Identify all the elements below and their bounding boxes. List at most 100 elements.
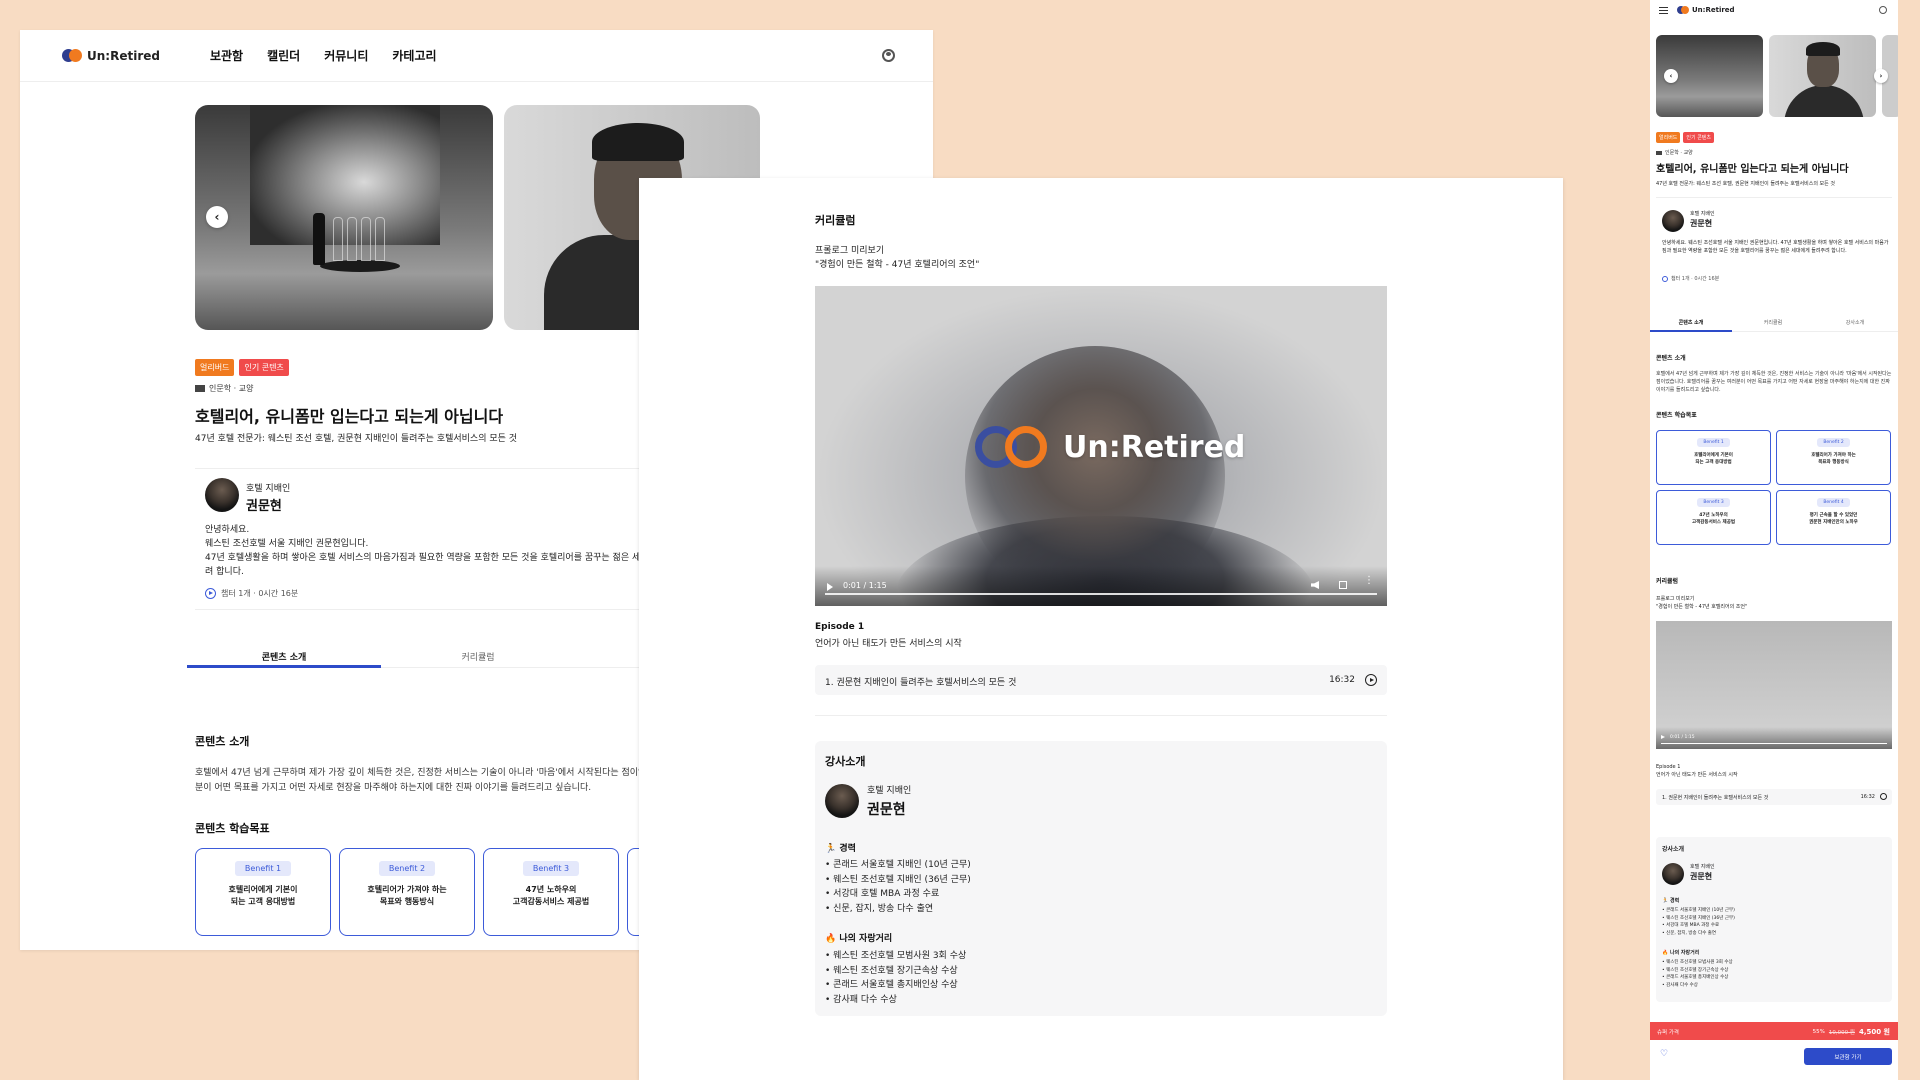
- list-item: 콘래드 서울호텔 지배인 (10년 근무): [825, 858, 971, 873]
- brand-logo[interactable]: Un:Retired: [62, 48, 160, 63]
- video-brand-logo: Un:Retired: [975, 426, 1245, 468]
- lesson-duration: 16:32: [1860, 794, 1875, 800]
- benefits-list: Benefit 1 호텔리어에게 기본이 되는 고객 응대방법 Benefit 2…: [1656, 430, 1891, 545]
- benefit-card: Benefit 1 호텔리어에게 기본이 되는 고객 응대방법: [1656, 430, 1771, 485]
- brand-logo[interactable]: Un:Retired: [1677, 6, 1735, 14]
- intro-text: 호텔에서 47년 넘게 근무하며 제가 가장 깊이 체득한 것은, 진정한 서비…: [1656, 371, 1892, 393]
- career-list: 콘래드 서울호텔 지배인 (10년 근무) 웨스틴 조선호텔 지배인 (36년 …: [1662, 907, 1735, 937]
- benefit-label: Benefit 1: [1697, 438, 1730, 447]
- list-item: 신문, 잡지, 방송 다수 출연: [825, 902, 971, 917]
- heart-icon[interactable]: ♡: [1660, 1050, 1668, 1059]
- badge-early-bird: 얼리버드: [195, 359, 235, 376]
- list-item: 감사패 다수 수상: [825, 993, 966, 1008]
- top-navigation: Un:Retired 보관함 캘린더 커뮤니티 카테고리: [20, 30, 933, 82]
- book-icon: [1656, 150, 1662, 155]
- content-tabs: 콘텐츠 소개 커리큘럼 강사소개: [1650, 312, 1898, 332]
- user-icon[interactable]: [882, 49, 895, 62]
- play-icon[interactable]: [1661, 735, 1665, 739]
- prolog-preview: 프롤로그 미리보기 "경험이 만든 철학 - 47년 호텔리어의 조언": [1656, 596, 1748, 610]
- career-heading: 🏃 경력: [1662, 898, 1680, 904]
- chevron-right-icon[interactable]: ›: [1874, 69, 1888, 83]
- fullscreen-icon[interactable]: [1339, 581, 1347, 589]
- mobile-view-window: Un:Retired ‹ › 얼리버드 인기 콘텐츠 인문학 · 교양 호텔리어…: [1650, 0, 1898, 1080]
- mobile-bottom-bar: ♡ 보관함 가기: [1650, 1040, 1898, 1080]
- benefits-heading: 콘텐츠 학습목표: [1656, 412, 1697, 419]
- awards-list: 웨스틴 조선호텔 모범사원 3회 수상 웨스틴 조선호텔 장기근속상 수상 콘래…: [825, 949, 966, 1007]
- course-meta: 챕터 1개 · 0시간 16분: [1662, 275, 1719, 282]
- nav-item-calendar[interactable]: 캘린더: [267, 47, 300, 64]
- benefit-label: Benefit 1: [234, 861, 292, 876]
- video-progress-bar[interactable]: [825, 593, 1377, 595]
- awards-heading: 🔥 나의 자랑거리: [825, 934, 893, 944]
- category-label: 인문학 · 교양: [209, 384, 254, 393]
- intro-heading: 콘텐츠 소개: [195, 735, 250, 748]
- video-brand-name: Un:Retired: [1063, 429, 1246, 465]
- badge-early-bird: 얼리버드: [1656, 132, 1681, 143]
- more-vertical-icon[interactable]: ⋮: [1364, 576, 1374, 586]
- course-meta-text: 챕터 1개 · 0시간 16분: [221, 589, 299, 598]
- tab-curriculum[interactable]: 커리큘럼: [1732, 312, 1814, 331]
- tab-instructor[interactable]: 강사소개: [1814, 312, 1896, 331]
- logo-mark-icon: [975, 426, 1053, 468]
- logo-mark-icon: [62, 48, 82, 63]
- instructor-role: 호텔 지배인: [867, 786, 912, 796]
- benefit-text: 평기 근속을 할 수 있었던 권문현 지배인만의 노하우: [1809, 513, 1858, 525]
- play-circle-icon: [205, 588, 216, 599]
- list-item: 웨스틴 조선호텔 모범사원 3회 수상: [825, 949, 966, 964]
- divider: [815, 715, 1387, 716]
- list-item: 콘래드 서울호텔 지배인 (10년 근무): [1662, 907, 1735, 915]
- chevron-left-icon[interactable]: ‹: [206, 206, 228, 228]
- benefit-label: Benefit 3: [1697, 498, 1730, 507]
- list-item: 서강대 호텔 MBA 과정 수료: [825, 887, 971, 902]
- episode-number: Episode 1: [1656, 764, 1681, 770]
- hotel-hallway-image: ‹: [1656, 35, 1763, 117]
- logo-mark-icon: [1677, 6, 1689, 14]
- lesson-row[interactable]: 1. 권문현 지배인이 들려주는 호텔서비스의 모든 것 16:32: [1656, 789, 1892, 805]
- go-to-archive-button[interactable]: 보관함 가기: [1804, 1048, 1892, 1065]
- career-heading: 🏃 경력: [825, 844, 856, 854]
- video-player[interactable]: 0:01 / 1:15: [1656, 621, 1892, 749]
- play-circle-icon[interactable]: [1880, 793, 1887, 800]
- play-circle-icon[interactable]: [1365, 674, 1377, 686]
- course-title: 호텔리어, 유니폼만 입는다고 되는게 아닙니다: [195, 407, 504, 426]
- video-progress-bar[interactable]: [1661, 743, 1887, 744]
- badge-popular: 인기 콘텐츠: [1683, 132, 1714, 143]
- user-icon[interactable]: [1879, 6, 1887, 14]
- curriculum-heading: 커리큘럼: [815, 214, 856, 227]
- curriculum-detail-window: 커리큘럼 프롤로그 미리보기 "경험이 만든 철학 - 47년 호텔리어의 조언…: [639, 178, 1563, 1080]
- play-circle-icon: [1662, 275, 1668, 282]
- menu-icon[interactable]: [1659, 6, 1668, 14]
- video-player[interactable]: Un:Retired 0:01 / 1:15 ⋮: [815, 286, 1387, 606]
- list-item: 콘래드 서울호텔 총지배인상 수상: [1662, 974, 1733, 982]
- volume-icon[interactable]: [1311, 581, 1319, 589]
- avatar: [825, 784, 859, 818]
- instructor-section: 강사소개 호텔 지배인 권문현 🏃 경력 콘래드 서울호텔 지배인 (10년 근…: [1656, 837, 1892, 1002]
- nav-item-category[interactable]: 카테고리: [392, 47, 436, 64]
- lesson-row[interactable]: 1. 권문현 지배인이 들려주는 호텔서비스의 모든 것 16:32: [815, 665, 1387, 695]
- career-list: 콘래드 서울호텔 지배인 (10년 근무) 웨스틴 조선호텔 지배인 (36년 …: [825, 858, 971, 916]
- chevron-left-icon[interactable]: ‹: [1664, 69, 1678, 83]
- list-item: 웨스틴 조선호텔 장기근속상 수상: [825, 964, 966, 979]
- list-item: 웨스틴 조선호텔 지배인 (36년 근무): [1662, 915, 1735, 923]
- course-image-carousel: ‹: [1656, 35, 1898, 117]
- brand-name: Un:Retired: [1692, 6, 1735, 14]
- episode-title: 언어가 아닌 태도가 만든 서비스의 시작: [1656, 772, 1738, 778]
- course-subtitle: 47년 호텔 전문가: 웨스틴 조선 호텔, 권문현 지배인이 들려주는 호텔서…: [195, 434, 518, 444]
- course-badges: 얼리버드 인기 콘텐츠: [195, 359, 289, 376]
- play-icon[interactable]: [827, 583, 833, 591]
- tab-curriculum[interactable]: 커리큘럼: [381, 638, 575, 667]
- lesson-duration: 16:32: [1329, 675, 1355, 685]
- benefit-text: 호텔리어에게 기본이 되는 고객 응대방법: [1694, 453, 1733, 465]
- benefit-card: Benefit 3 47년 노하우의 고객감동서비스 제공법: [483, 848, 619, 936]
- course-subtitle: 47년 호텔 전문가: 웨스틴 조선 호텔, 권문현 지배인이 들려주는 호텔서…: [1656, 181, 1835, 187]
- course-meta: 챕터 1개 · 0시간 16분: [205, 588, 298, 599]
- benefit-label: Benefit 4: [1817, 498, 1850, 507]
- course-title: 호텔리어, 유니폼만 입는다고 되는게 아닙니다: [1656, 164, 1849, 175]
- nav-item-archive[interactable]: 보관함: [210, 47, 243, 64]
- tab-content-intro[interactable]: 콘텐츠 소개: [187, 638, 381, 668]
- instructor-summary: 호텔 지배인 권문현 안녕하세요. 웨스틴 조선호텔 서울 지배인 권문현입니다…: [1656, 197, 1892, 290]
- benefit-label: Benefit 2: [1817, 438, 1850, 447]
- tab-content-intro[interactable]: 콘텐츠 소개: [1650, 312, 1732, 332]
- course-badges: 얼리버드 인기 콘텐츠: [1656, 132, 1714, 143]
- nav-item-community[interactable]: 커뮤니티: [324, 47, 368, 64]
